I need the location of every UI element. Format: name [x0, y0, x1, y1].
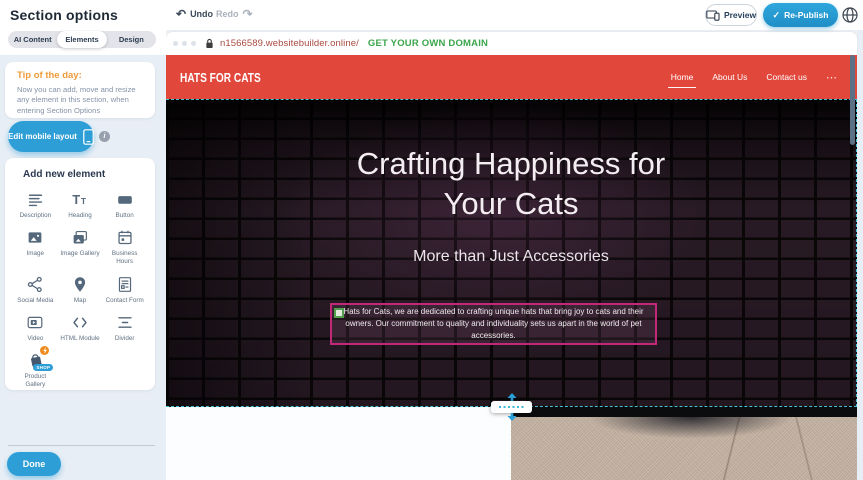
- redo-icon: ↷: [243, 9, 253, 19]
- site-nav: Home About Us Contact us ⋯: [671, 55, 837, 99]
- tab-elements[interactable]: Elements: [57, 31, 106, 48]
- next-section-image: [511, 407, 857, 480]
- element-html-module[interactable]: HTML Module: [58, 313, 103, 343]
- image-icon: [25, 228, 45, 247]
- tab-ai-content[interactable]: AI Content: [8, 31, 57, 48]
- nav-item-contact[interactable]: Contact us: [766, 72, 807, 82]
- hero-heading[interactable]: Crafting Happiness for Your Cats: [336, 144, 686, 225]
- preview-scrollbar[interactable]: [850, 55, 855, 145]
- section-resize-handle[interactable]: [491, 393, 532, 421]
- get-domain-link[interactable]: GET YOUR OWN DOMAIN: [368, 38, 488, 49]
- undo-label: Undo: [190, 9, 213, 19]
- element-heading[interactable]: T T Heading: [58, 190, 103, 220]
- element-description[interactable]: Description: [13, 190, 58, 220]
- edit-mobile-label: Edit mobile layout: [8, 132, 77, 141]
- carpet-photo: [511, 417, 857, 480]
- nav-more-icon[interactable]: ⋯: [826, 71, 837, 84]
- element-grid: Description T T Heading: [13, 190, 147, 389]
- svg-text:T: T: [72, 192, 80, 207]
- sidebar-divider: [8, 445, 155, 446]
- element-contact-form[interactable]: Contact Form: [102, 275, 147, 305]
- hero-text-box-selected[interactable]: Hats for Cats, we are dedicated to craft…: [330, 303, 657, 345]
- republish-button[interactable]: ✓ Re-Publish: [763, 3, 838, 27]
- arrow-down-icon: [507, 413, 517, 421]
- video-icon: [25, 313, 45, 332]
- info-icon[interactable]: i: [99, 131, 110, 142]
- element-video[interactable]: Video: [13, 313, 58, 343]
- social-media-icon: [25, 275, 45, 294]
- undo-icon: ↶: [176, 9, 186, 19]
- svg-text:T: T: [81, 196, 87, 206]
- site-canvas: HATS FOR CATS Home About Us Contact us ⋯…: [166, 55, 857, 480]
- preview-label: Preview: [724, 10, 756, 20]
- add-element-title: Add new element: [23, 169, 147, 180]
- description-icon: [25, 190, 45, 209]
- shop-badge: SHOP: [33, 364, 53, 371]
- hero-section[interactable]: Crafting Happiness for Your Cats More th…: [166, 99, 857, 407]
- check-icon: ✓: [773, 10, 781, 21]
- section-options-sidebar: Tip of the day: Now you can add, move an…: [0, 55, 166, 480]
- panel-tabs: AI Content Elements Design: [8, 31, 156, 48]
- tip-heading: Tip of the day:: [17, 70, 143, 81]
- preview-button[interactable]: Preview: [705, 4, 757, 26]
- site-preview-frame: n1566589.websitebuilder.online/ GET YOUR…: [166, 30, 857, 480]
- map-icon: [70, 275, 90, 294]
- image-gallery-icon: [70, 228, 90, 247]
- element-product-gallery[interactable]: SHOP Product Gallery: [13, 351, 58, 389]
- button-icon: [115, 190, 135, 209]
- site-logo[interactable]: HATS FOR CATS: [180, 70, 261, 85]
- selection-handle[interactable]: [334, 308, 344, 318]
- element-business-hours[interactable]: Business Hours: [102, 228, 147, 266]
- drag-box[interactable]: [491, 401, 532, 413]
- window-control-dots: [173, 41, 196, 46]
- nav-item-home[interactable]: Home: [671, 72, 694, 82]
- html-module-icon: [70, 313, 90, 332]
- hero-subheading[interactable]: More than Just Accessories: [166, 248, 856, 266]
- browser-chrome: n1566589.websitebuilder.online/ GET YOUR…: [166, 30, 857, 55]
- site-url[interactable]: n1566589.websitebuilder.online/: [220, 38, 359, 49]
- tip-of-the-day-card: Tip of the day: Now you can add, move an…: [5, 62, 155, 118]
- website-builder-app: Section options ↶ Undo Redo ↷ Preview ✓ …: [0, 0, 863, 480]
- hero-paragraph[interactable]: Hats for Cats, we are dedicated to craft…: [336, 306, 651, 342]
- element-image[interactable]: Image: [13, 228, 58, 266]
- url-bar: n1566589.websitebuilder.online/ GET YOUR…: [166, 32, 857, 55]
- page-title: Section options: [10, 7, 118, 23]
- element-map[interactable]: Map: [58, 275, 103, 305]
- phone-icon: [83, 129, 94, 145]
- divider-icon: [115, 313, 135, 332]
- sidebar-tab-bar: AI Content Elements Design: [0, 30, 166, 55]
- add-new-element-panel: Add new element Description T: [5, 158, 155, 390]
- element-image-gallery[interactable]: Image Gallery: [58, 228, 103, 266]
- language-globe-icon[interactable]: [841, 6, 859, 24]
- business-hours-icon: [115, 228, 135, 247]
- promo-badge-icon: [40, 346, 49, 355]
- next-section-left: [166, 407, 511, 480]
- product-gallery-icon: SHOP: [25, 351, 45, 370]
- redo-label: Redo: [216, 9, 239, 19]
- done-button[interactable]: Done: [7, 452, 61, 476]
- lock-icon: [205, 38, 214, 49]
- contact-form-icon: [115, 275, 135, 294]
- tab-design[interactable]: Design: [107, 31, 156, 48]
- heading-icon: T T: [70, 190, 90, 209]
- nav-item-about[interactable]: About Us: [712, 72, 747, 82]
- element-button[interactable]: Button: [102, 190, 147, 220]
- redo-button[interactable]: Redo ↷: [216, 9, 253, 19]
- element-social-media[interactable]: Social Media: [13, 275, 58, 305]
- edit-mobile-layout-button[interactable]: Edit mobile layout: [8, 121, 94, 152]
- undo-button[interactable]: ↶ Undo: [176, 9, 213, 19]
- element-divider[interactable]: Divider: [102, 313, 147, 343]
- drag-dots-icon: [499, 406, 525, 408]
- tip-body: Now you can add, move and resize any ele…: [17, 85, 143, 116]
- site-header[interactable]: HATS FOR CATS Home About Us Contact us ⋯: [166, 55, 857, 99]
- top-toolbar: Section options ↶ Undo Redo ↷ Preview ✓ …: [0, 0, 863, 30]
- republish-label: Re-Publish: [784, 10, 828, 20]
- arrow-up-icon: [507, 393, 517, 401]
- devices-icon: [706, 10, 720, 21]
